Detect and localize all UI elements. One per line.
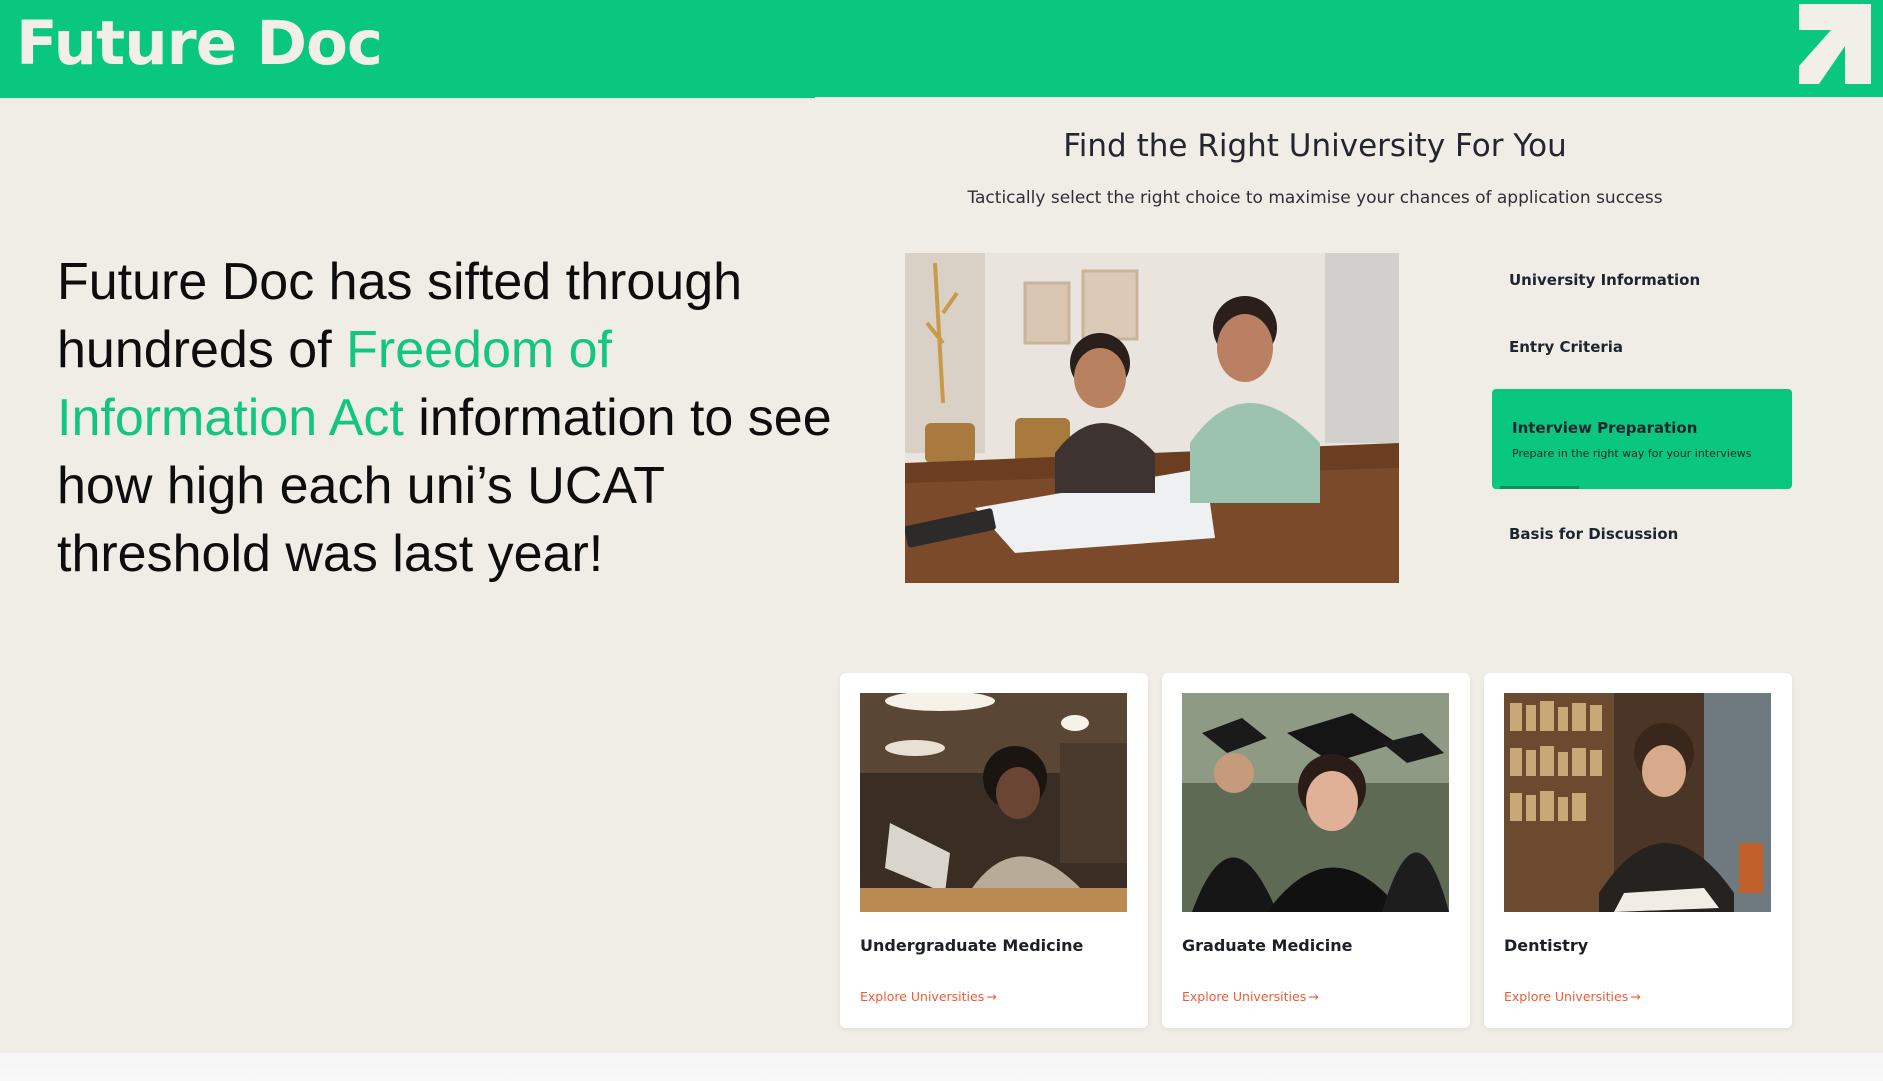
- page-footer-edge: [0, 1053, 1883, 1081]
- menu-item-label: University Information: [1509, 271, 1701, 289]
- arrow-right-icon: →: [1630, 989, 1641, 1004]
- card-image: [1182, 693, 1449, 912]
- card-title: Dentistry: [1504, 936, 1589, 955]
- menu-item-entry-criteria[interactable]: Entry Criteria: [1492, 322, 1792, 372]
- menu-item-description: Prepare in the right way for your interv…: [1512, 446, 1752, 460]
- menu-item-label: Interview Preparation: [1512, 418, 1698, 437]
- link-label: Explore Universities: [1182, 989, 1307, 1004]
- link-label: Explore Universities: [1504, 989, 1629, 1004]
- card-title: Graduate Medicine: [1182, 936, 1353, 955]
- card-image: [1504, 693, 1771, 912]
- header-divider: [815, 97, 1883, 101]
- link-label: Explore Universities: [860, 989, 985, 1004]
- brand-logo-text[interactable]: Future Doc: [16, 4, 383, 84]
- menu-item-progress-bar: [1500, 486, 1579, 489]
- student-laptop-photo: [860, 693, 1127, 912]
- explore-universities-link[interactable]: Explore Universities →: [1504, 989, 1641, 1004]
- menu-item-basis-for-discussion[interactable]: Basis for Discussion: [1492, 509, 1792, 559]
- hero-text: Future Doc has sifted through hundreds o…: [57, 248, 857, 588]
- arrow-right-icon: →: [986, 989, 997, 1004]
- arrow-up-right-icon[interactable]: [1793, 2, 1873, 84]
- feature-menu: University Information Entry Criteria In…: [1492, 255, 1792, 576]
- explore-universities-link[interactable]: Explore Universities →: [1182, 989, 1319, 1004]
- section-title: Find the Right University For You: [1063, 128, 1567, 164]
- menu-item-label: Entry Criteria: [1509, 338, 1624, 356]
- explore-universities-link[interactable]: Explore Universities →: [860, 989, 997, 1004]
- top-banner: Future Doc: [0, 0, 1883, 98]
- interview-photo: [905, 253, 1399, 583]
- section-subtitle: Tactically select the right choice to ma…: [967, 188, 1663, 208]
- menu-item-university-information[interactable]: University Information: [1492, 255, 1792, 305]
- student-reading-photo: [1504, 693, 1771, 912]
- card-image: [860, 693, 1127, 912]
- menu-item-label: Basis for Discussion: [1509, 525, 1679, 543]
- course-cards: Undergraduate Medicine Explore Universit…: [840, 673, 1792, 1028]
- arrow-right-icon: →: [1308, 989, 1319, 1004]
- card-undergraduate-medicine[interactable]: Undergraduate Medicine Explore Universit…: [840, 673, 1148, 1028]
- card-graduate-medicine[interactable]: Graduate Medicine Explore Universities →: [1162, 673, 1470, 1028]
- menu-item-interview-preparation[interactable]: Interview Preparation Prepare in the rig…: [1492, 389, 1792, 489]
- card-title: Undergraduate Medicine: [860, 936, 1084, 955]
- interview-photo-image: [905, 253, 1399, 583]
- card-dentistry[interactable]: Dentistry Explore Universities →: [1484, 673, 1792, 1028]
- graduate-photo: [1182, 693, 1449, 912]
- page: Future Doc Future Doc has sifted through…: [0, 0, 1883, 1081]
